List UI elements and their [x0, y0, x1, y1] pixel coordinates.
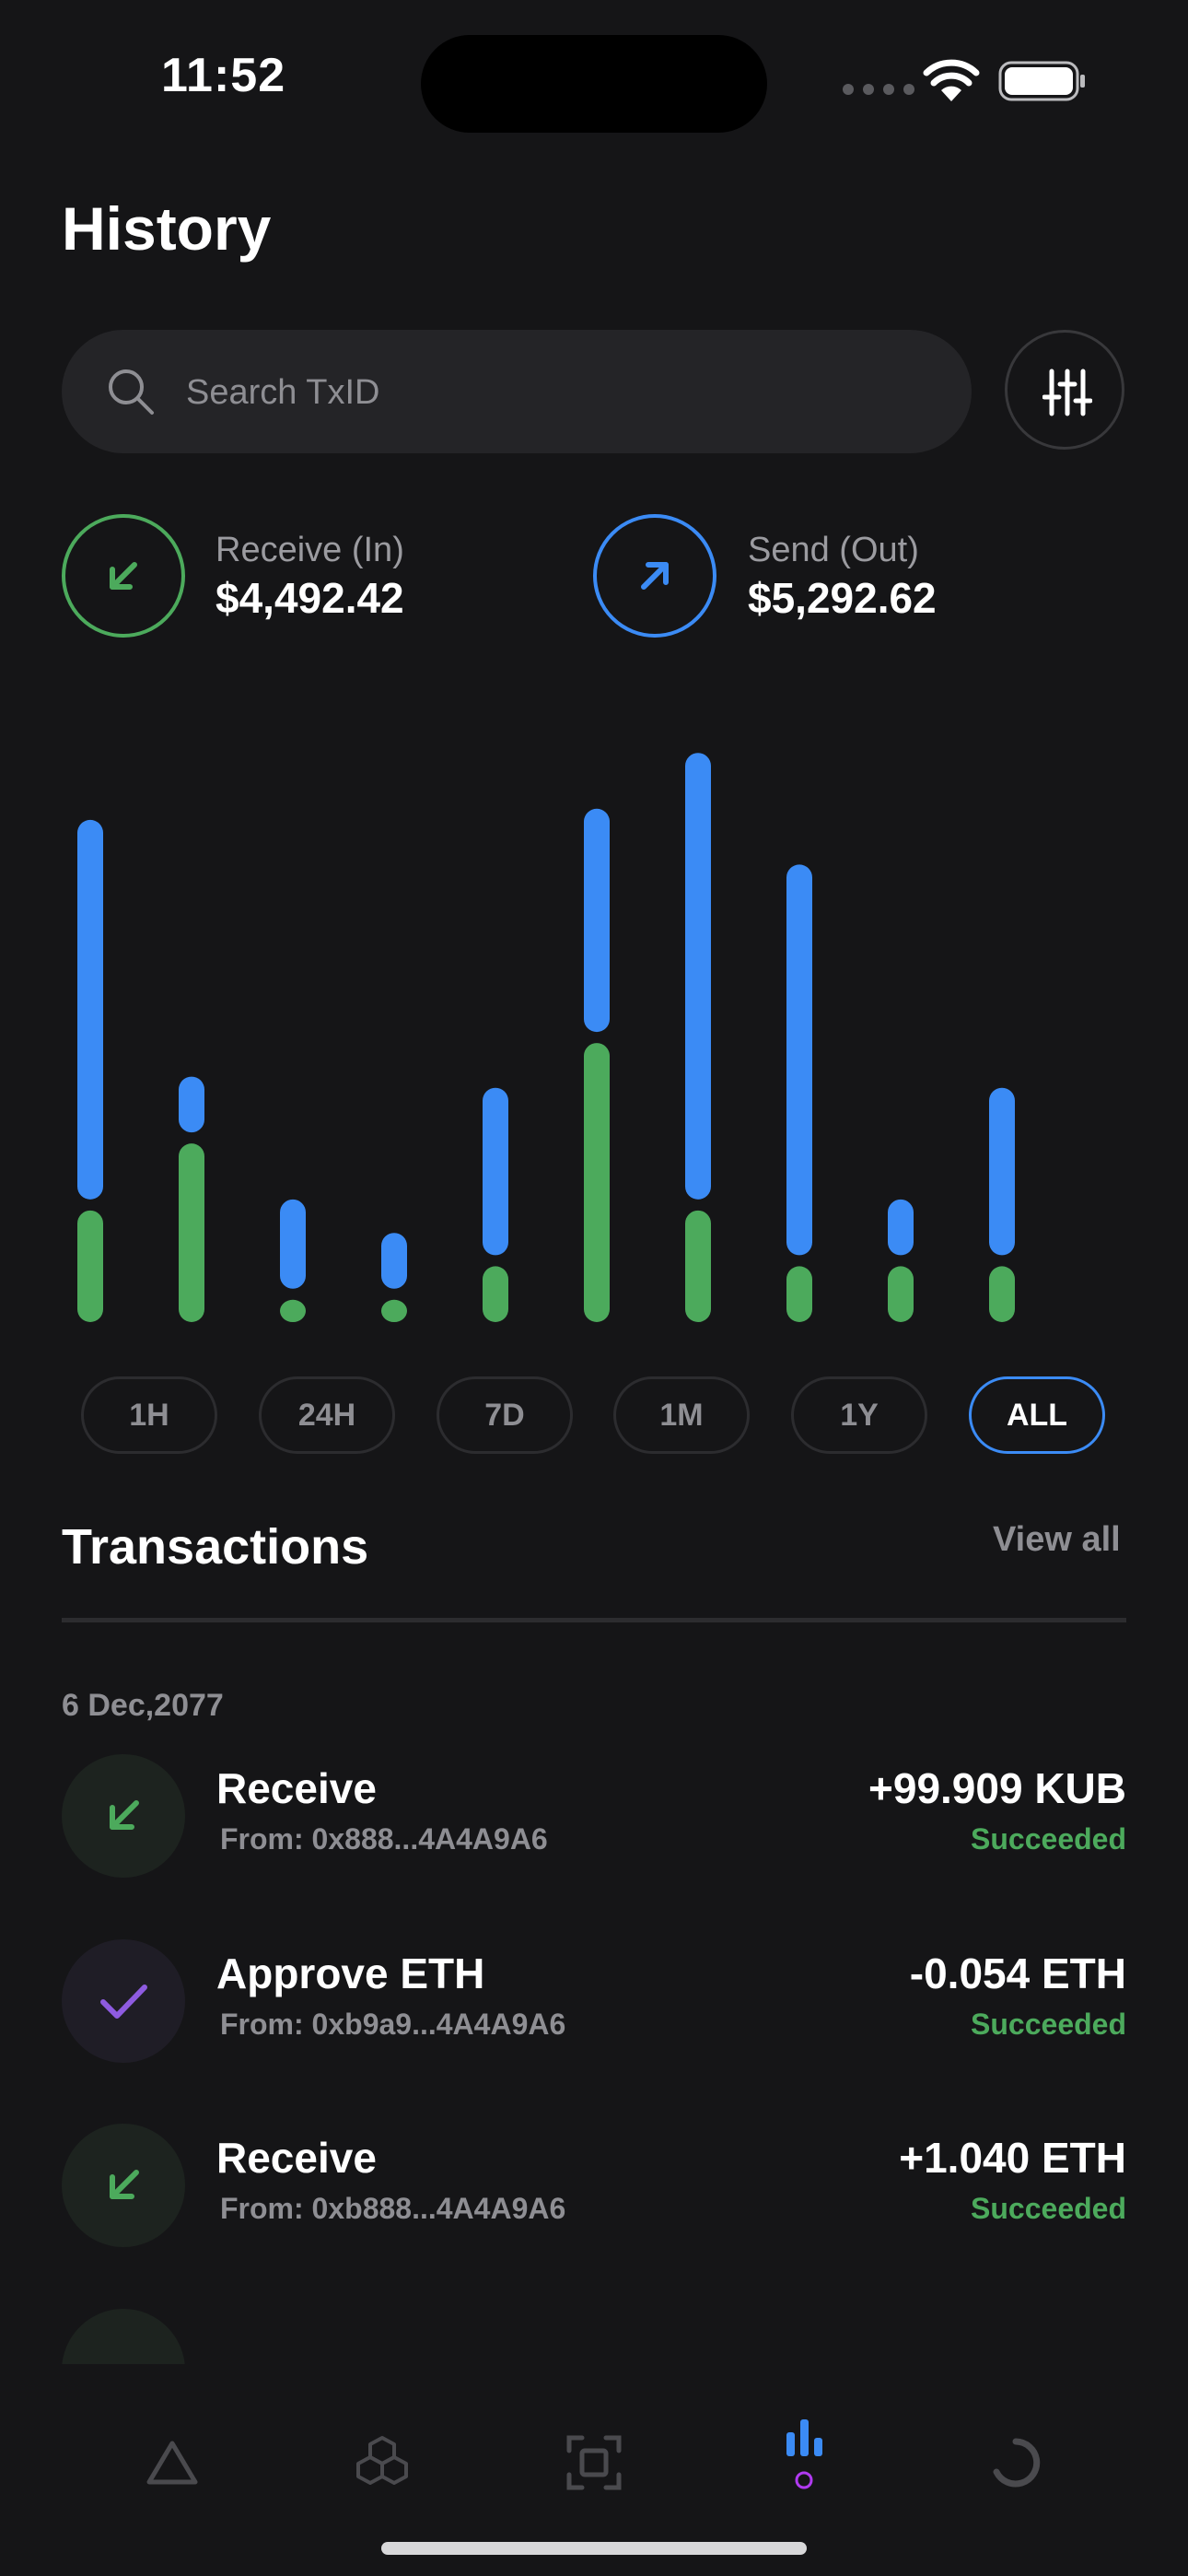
receive-bar-9	[888, 1266, 914, 1322]
transactions-title: Transactions	[62, 1519, 369, 1575]
arrow-down-left-icon	[62, 2124, 185, 2247]
send-bar-9	[888, 1199, 914, 1256]
send-value: $5,292.62	[748, 574, 937, 622]
range-1y[interactable]: 1Y	[791, 1376, 927, 1454]
wifi-icon	[923, 59, 980, 106]
send-label: Send (Out)	[748, 531, 919, 569]
receive-bar-8	[786, 1266, 812, 1322]
transaction-from: From: 0xb9a9...4A4A9A6	[220, 2008, 566, 2041]
transaction-amount: +99.909 KUB	[868, 1764, 1126, 1812]
tab-scan[interactable]	[562, 2430, 626, 2495]
sliders-icon	[1042, 369, 1092, 416]
filter-button[interactable]	[1005, 330, 1124, 450]
transaction-amount: +1.040 ETH	[899, 2134, 1126, 2182]
send-bar-7	[685, 753, 711, 1200]
view-all-link[interactable]: View all	[993, 1520, 1121, 1560]
send-bar-1	[77, 819, 103, 1200]
chart-icon	[786, 2419, 822, 2489]
check-icon	[62, 1939, 185, 2063]
battery-icon	[998, 61, 1087, 106]
arrow-down-left-icon	[62, 1754, 185, 1878]
dynamic-island	[421, 35, 767, 133]
receive-bar-5	[483, 1266, 508, 1322]
receive-label: Receive (In)	[215, 531, 404, 569]
date-label: 6 Dec,2077	[62, 1688, 224, 1723]
send-icon	[593, 514, 716, 638]
transaction-row[interactable]: Receive From: 0xb888...4A4A9A6 +1.040 ET…	[62, 2124, 1126, 2247]
transaction-status: Succeeded	[971, 2008, 1126, 2041]
range-24h[interactable]: 24H	[259, 1376, 395, 1454]
range-1m[interactable]: 1M	[613, 1376, 750, 1454]
receive-bar-10	[989, 1266, 1015, 1322]
tab-history[interactable]	[772, 2412, 836, 2489]
receive-icon	[62, 514, 185, 638]
transaction-from: From: 0xb888...4A4A9A6	[220, 2192, 566, 2225]
scan-icon	[566, 2435, 622, 2490]
transaction-amount: -0.054 ETH	[909, 1950, 1126, 1997]
send-bar-6	[584, 808, 610, 1033]
send-bar-10	[989, 1087, 1015, 1256]
cubes-icon	[356, 2436, 408, 2485]
send-bar-5	[483, 1087, 508, 1256]
transaction-type: Receive	[216, 2134, 377, 2182]
receive-bar-6	[584, 1043, 610, 1322]
circle-progress-icon	[993, 2438, 1041, 2488]
history-bar-chart	[77, 753, 1015, 1322]
transaction-row[interactable]: Receive From: 0x888...4A4A9A6 +99.909 KU…	[62, 1754, 1126, 1878]
receive-bar-7	[685, 1210, 711, 1322]
send-bar-4	[381, 1233, 407, 1289]
send-bar-3	[280, 1199, 306, 1289]
transaction-status: Succeeded	[971, 1822, 1126, 1856]
triangle-icon	[146, 2441, 198, 2485]
transaction-status: Succeeded	[971, 2192, 1126, 2225]
search-icon	[106, 367, 156, 416]
receive-bar-4	[381, 1299, 407, 1322]
transaction-row-partial	[62, 2309, 185, 2364]
send-bar-2	[179, 1076, 204, 1133]
receive-bar-3	[280, 1299, 306, 1322]
tab-cubes[interactable]	[350, 2430, 414, 2495]
send-bar-8	[786, 864, 812, 1256]
tab-triangle[interactable]	[140, 2430, 204, 2495]
search-input[interactable]	[184, 330, 925, 455]
transaction-type: Receive	[216, 1764, 377, 1812]
receive-bar-1	[77, 1210, 103, 1322]
status-time: 11:52	[161, 49, 286, 102]
cellular-signal-icon	[843, 83, 918, 100]
transaction-row[interactable]: Approve ETH From: 0xb9a9...4A4A9A6 -0.05…	[62, 1939, 1126, 2063]
range-all[interactable]: ALL	[969, 1376, 1105, 1454]
range-1h[interactable]: 1H	[81, 1376, 217, 1454]
home-indicator	[381, 2542, 807, 2555]
search-bar[interactable]	[62, 330, 972, 455]
receive-bar-2	[179, 1143, 204, 1322]
divider	[62, 1618, 1126, 1622]
transaction-from: From: 0x888...4A4A9A6	[220, 1822, 548, 1856]
page-title: History	[62, 194, 272, 263]
receive-value: $4,492.42	[215, 574, 404, 622]
range-7d[interactable]: 7D	[437, 1376, 573, 1454]
transaction-type: Approve ETH	[216, 1950, 485, 1997]
tab-portfolio[interactable]	[984, 2430, 1048, 2495]
